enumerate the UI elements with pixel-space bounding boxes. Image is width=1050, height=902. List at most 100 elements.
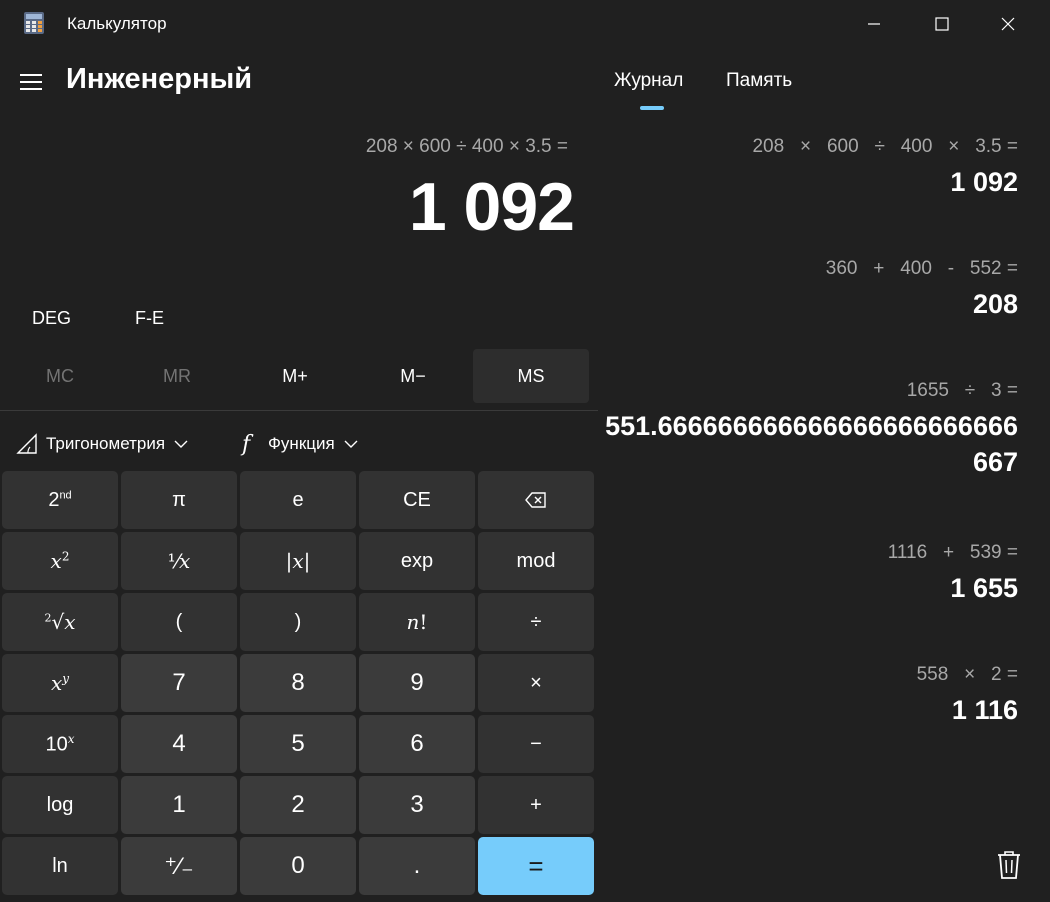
subtract-button[interactable]: − — [478, 715, 594, 773]
digit-0-button[interactable]: 0 — [240, 837, 356, 895]
function-f-icon: f — [240, 432, 254, 456]
absolute-button[interactable]: |x| — [240, 532, 356, 590]
memory-subtract-button[interactable]: M− — [355, 349, 471, 403]
history-result: 1 655 — [950, 573, 1018, 603]
negate-button[interactable]: ⁺⁄₋ — [121, 837, 237, 895]
history-list: 208 × 600 ÷ 400 × 3.5 = 1 092 360 + 400 … — [600, 136, 1018, 786]
window-title: Калькулятор — [67, 14, 167, 33]
title-bar: Калькулятор — [0, 0, 1050, 48]
power-label: xy — [50, 671, 70, 695]
factorial-button[interactable]: n! — [359, 593, 475, 651]
mod-button[interactable]: mod — [478, 532, 594, 590]
history-result: 551.666666666666666666666666667 — [605, 411, 1018, 477]
reciprocal-button[interactable]: ¹⁄x — [121, 532, 237, 590]
history-expression: 558 × 2 = — [916, 664, 1018, 685]
history-expression: 1116 + 539 = — [887, 542, 1018, 563]
expression-display: 208 × 600 ÷ 400 × 3.5 = — [365, 136, 568, 157]
digit-9-button[interactable]: 9 — [359, 654, 475, 712]
svg-text:f: f — [240, 432, 254, 456]
history-result: 1 092 — [950, 167, 1018, 197]
equals-button[interactable]: = — [478, 837, 594, 895]
trigonometry-dropdown[interactable]: Тригонометрия — [16, 424, 189, 464]
function-label: Функция — [268, 434, 335, 453]
function-dropdown[interactable]: f Функция — [240, 424, 359, 464]
exp-button[interactable]: exp — [359, 532, 475, 590]
mode-title: Инженерный — [66, 63, 253, 95]
hamburger-icon — [20, 74, 42, 76]
hamburger-menu-button[interactable] — [16, 66, 48, 98]
close-icon — [1001, 17, 1015, 31]
euler-button[interactable]: e — [240, 471, 356, 529]
calculator-app-icon — [24, 12, 44, 34]
open-paren-button[interactable]: ( — [121, 593, 237, 651]
hamburger-icon-line — [20, 81, 42, 83]
digit-1-button[interactable]: 1 — [121, 776, 237, 834]
angle-unit-button[interactable]: DEG — [32, 308, 71, 329]
ten-power-button[interactable]: 10x — [2, 715, 118, 773]
minimize-icon — [868, 23, 880, 25]
power-button[interactable]: xy — [2, 654, 118, 712]
tab-memory[interactable]: Память — [726, 70, 792, 92]
absolute-label: |x| — [285, 549, 311, 573]
history-result: 1 116 — [951, 695, 1018, 725]
history-item[interactable]: 1116 + 539 = 1 655 — [600, 542, 1018, 664]
trash-icon[interactable] — [996, 850, 1022, 880]
maximize-button[interactable] — [910, 0, 974, 48]
second-function-label: 2nd — [48, 488, 72, 511]
divide-button[interactable]: ÷ — [478, 593, 594, 651]
history-item[interactable]: 1655 ÷ 3 = 551.6666666666666666666666666… — [600, 380, 1018, 542]
tab-history[interactable]: Журнал — [614, 70, 683, 92]
close-button[interactable] — [976, 0, 1040, 48]
backspace-button[interactable] — [478, 471, 594, 529]
decimal-button[interactable]: . — [359, 837, 475, 895]
triangle-ruler-icon — [16, 433, 37, 454]
square-root-label: 2√x — [44, 610, 76, 634]
history-expression: 208 × 600 ÷ 400 × 3.5 = — [752, 136, 1018, 157]
memory-recall-button[interactable]: MR — [119, 349, 235, 403]
square-button[interactable]: x2 — [2, 532, 118, 590]
digit-7-button[interactable]: 7 — [121, 654, 237, 712]
add-button[interactable]: + — [478, 776, 594, 834]
function-row: Тригонометрия f Функция — [0, 424, 598, 464]
maximize-icon — [935, 17, 949, 31]
square-root-button[interactable]: 2√x — [2, 593, 118, 651]
digit-8-button[interactable]: 8 — [240, 654, 356, 712]
history-item[interactable]: 558 × 2 = 1 116 — [600, 664, 1018, 786]
history-item[interactable]: 208 × 600 ÷ 400 × 3.5 = 1 092 — [600, 136, 1018, 258]
factorial-label: n! — [406, 610, 428, 634]
history-result: 208 — [972, 289, 1018, 319]
second-function-button[interactable]: 2nd — [2, 471, 118, 529]
digit-5-button[interactable]: 5 — [240, 715, 356, 773]
digit-3-button[interactable]: 3 — [359, 776, 475, 834]
chevron-down-icon — [344, 440, 358, 448]
memory-store-button[interactable]: MS — [473, 349, 589, 403]
minimize-button[interactable] — [842, 0, 906, 48]
digit-6-button[interactable]: 6 — [359, 715, 475, 773]
history-expression: 1655 ÷ 3 = — [906, 380, 1018, 401]
square-label: x2 — [50, 549, 70, 573]
ten-power-label: 10x — [45, 731, 75, 756]
hamburger-icon-line — [20, 88, 42, 90]
history-expression: 360 + 400 - 552 = — [825, 258, 1018, 279]
pi-button[interactable]: π — [121, 471, 237, 529]
history-item[interactable]: 360 + 400 - 552 = 208 — [600, 258, 1018, 380]
memory-row: MC MR M+ M− MS — [0, 349, 598, 403]
memory-clear-button[interactable]: MC — [2, 349, 118, 403]
result-display: 1 092 — [408, 169, 575, 245]
trigonometry-label: Тригонометрия — [46, 434, 166, 453]
digit-2-button[interactable]: 2 — [240, 776, 356, 834]
multiply-button[interactable]: × — [478, 654, 594, 712]
active-tab-indicator — [640, 106, 664, 110]
divider — [0, 410, 598, 411]
digit-4-button[interactable]: 4 — [121, 715, 237, 773]
reciprocal-label: ¹⁄x — [167, 549, 191, 573]
ln-button[interactable]: ln — [2, 837, 118, 895]
close-paren-button[interactable]: ) — [240, 593, 356, 651]
keypad: 2nd π e CE x2 ¹⁄x |x| exp mod 2√x ( ) n!… — [2, 471, 594, 896]
chevron-down-icon — [174, 440, 188, 448]
clear-entry-button[interactable]: CE — [359, 471, 475, 529]
memory-add-button[interactable]: M+ — [237, 349, 353, 403]
backspace-icon — [525, 492, 546, 508]
fe-toggle-button[interactable]: F-E — [135, 308, 164, 329]
log-button[interactable]: log — [2, 776, 118, 834]
